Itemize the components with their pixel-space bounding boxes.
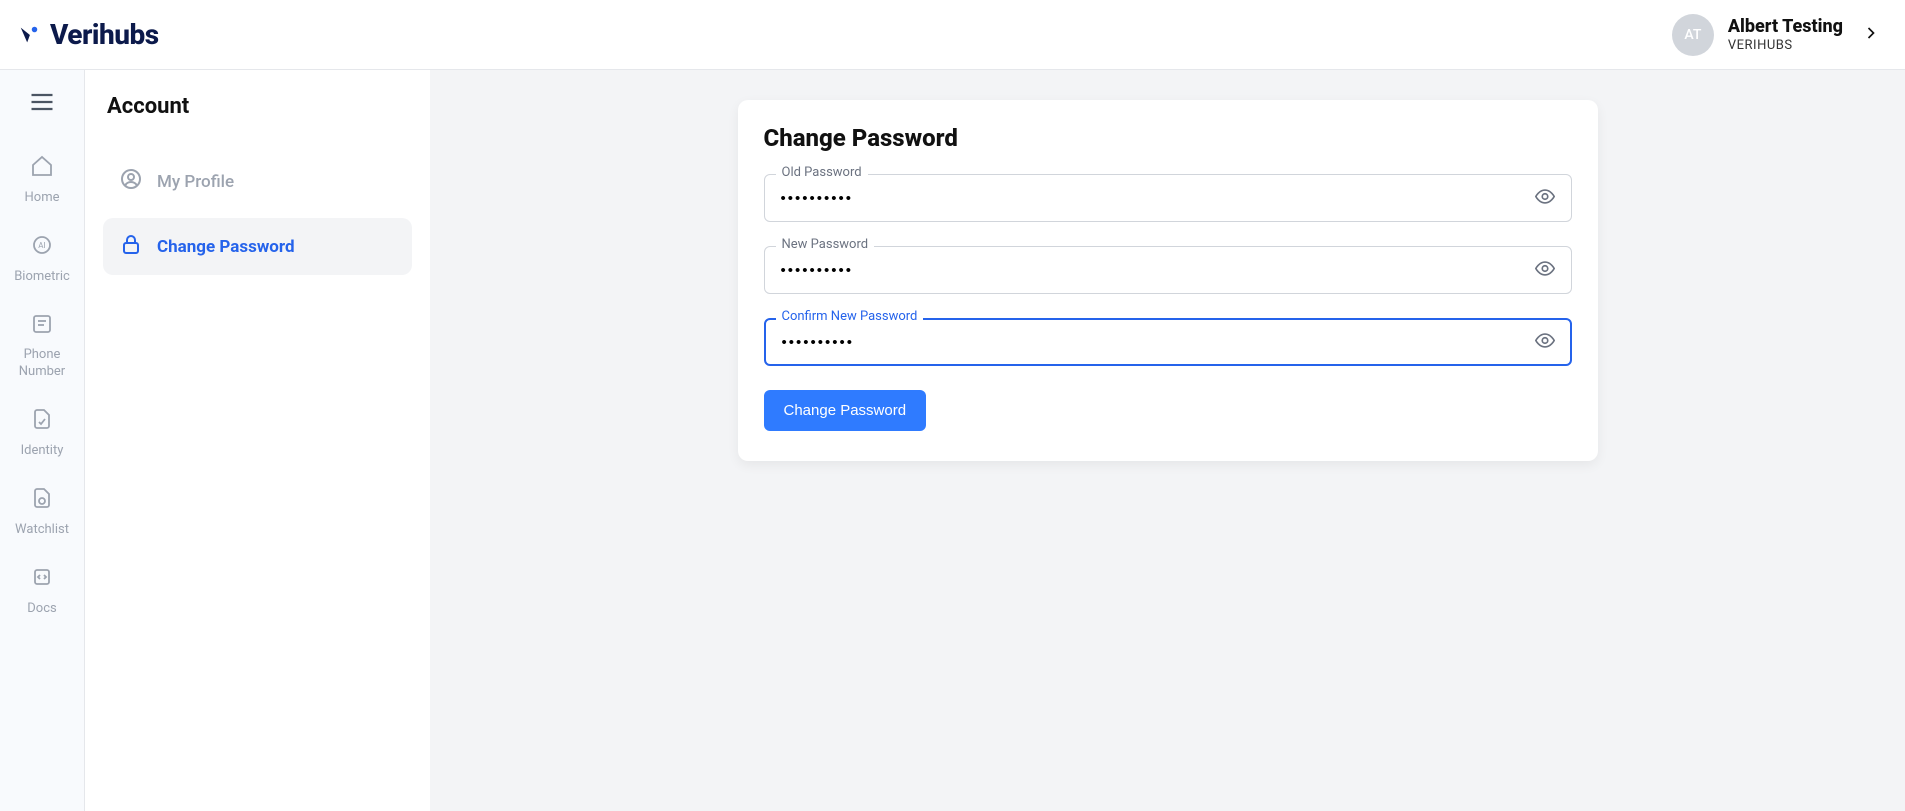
top-bar: Verihubs AT Albert Testing VERIHUBS [0,0,1905,70]
account-sidebar: Account My Profile Change Password [85,70,430,811]
old-password-input[interactable] [764,174,1572,222]
nav-identity[interactable]: Identity [0,397,84,470]
change-password-card: Change Password Old Password New Passwor… [738,100,1598,461]
nav-home[interactable]: Home [0,144,84,217]
home-icon [30,154,54,184]
user-name: Albert Testing [1728,16,1843,38]
nav-label: Biometric [14,269,70,286]
svg-text:AI: AI [38,241,45,250]
confirm-password-field-wrap: Confirm New Password [764,318,1572,366]
nav-label: Watchlist [15,522,69,539]
sidebar-item-my-profile[interactable]: My Profile [103,153,412,210]
lock-icon [119,232,143,261]
biometric-icon: AI [30,233,54,263]
profile-icon [119,167,143,196]
logo-mark-icon [18,24,40,46]
sidebar-item-change-password[interactable]: Change Password [103,218,412,275]
eye-icon[interactable] [1530,182,1560,215]
hamburger-menu-icon[interactable] [28,88,56,120]
user-menu[interactable]: AT Albert Testing VERIHUBS [1672,14,1885,56]
new-password-field-wrap: New Password [764,246,1572,294]
avatar: AT [1672,14,1714,56]
main-content: Change Password Old Password New Passwor… [430,70,1905,811]
confirm-password-input[interactable] [764,318,1572,366]
new-password-input[interactable] [764,246,1572,294]
docs-icon [30,565,54,595]
nav-biometric[interactable]: AI Biometric [0,223,84,296]
brand-logo[interactable]: Verihubs [18,18,159,51]
old-password-field-wrap: Old Password [764,174,1572,222]
account-title: Account [103,94,412,119]
nav-phone-number[interactable]: Phone Number [0,302,84,392]
field-label: New Password [776,237,875,252]
watchlist-icon [30,486,54,516]
nav-docs[interactable]: Docs [0,555,84,628]
field-label: Confirm New Password [776,309,924,324]
change-password-button[interactable]: Change Password [764,390,927,431]
sidebar-item-label: Change Password [157,237,295,257]
chevron-right-icon[interactable] [1857,19,1885,50]
user-text: Albert Testing VERIHUBS [1728,16,1843,53]
nav-watchlist[interactable]: Watchlist [0,476,84,549]
left-rail: Home AI Biometric Phone Number Identity … [0,70,85,811]
nav-label: Docs [27,601,56,618]
field-label: Old Password [776,165,868,180]
eye-icon[interactable] [1530,254,1560,287]
phone-icon [30,312,54,342]
sidebar-item-label: My Profile [157,172,234,192]
brand-name: Verihubs [50,18,159,51]
card-title: Change Password [764,124,1572,152]
user-org: VERIHUBS [1728,38,1843,54]
nav-label: Phone Number [4,347,80,381]
identity-icon [30,407,54,437]
eye-icon[interactable] [1530,326,1560,359]
nav-label: Identity [21,443,64,460]
nav-label: Home [25,190,60,207]
